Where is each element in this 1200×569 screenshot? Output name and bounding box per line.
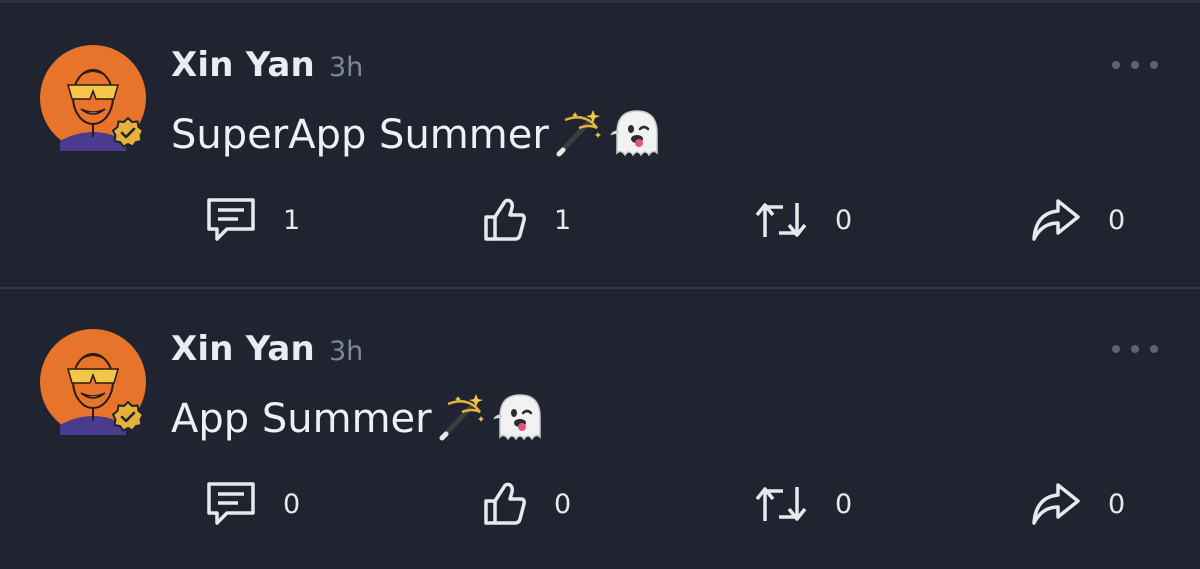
share-count: 0 bbox=[1108, 488, 1126, 520]
repost-icon bbox=[755, 203, 807, 237]
repost-button[interactable]: 0 bbox=[753, 479, 852, 529]
avatar[interactable] bbox=[40, 45, 146, 151]
comment-count: 1 bbox=[283, 204, 301, 236]
avatar[interactable] bbox=[40, 329, 146, 435]
post-text: App Summer bbox=[171, 396, 432, 442]
like-count: 1 bbox=[554, 204, 572, 236]
post-timestamp: 3h bbox=[328, 52, 364, 83]
verified-badge-icon bbox=[112, 401, 144, 432]
share-button[interactable]: 0 bbox=[1030, 479, 1125, 529]
post-text: SuperApp Summer bbox=[171, 112, 549, 158]
thumbs-up-icon bbox=[484, 482, 526, 525]
comment-button[interactable]: 0 bbox=[205, 479, 300, 529]
ghost-emoji bbox=[607, 105, 663, 165]
verified-badge-icon bbox=[112, 117, 144, 148]
magic-wand-emoji bbox=[551, 106, 605, 164]
like-button[interactable]: 0 bbox=[482, 479, 571, 529]
author-name[interactable]: Xin Yan bbox=[171, 45, 315, 85]
magic-wand-emoji bbox=[434, 390, 488, 448]
ghost-emoji bbox=[490, 389, 546, 449]
post-card[interactable]: Xin Yan 3h App Summer 0 0 0 0 bbox=[0, 287, 1200, 569]
post-header: Xin Yan 3h bbox=[171, 329, 363, 373]
post-card[interactable]: Xin Yan 3h SuperApp Summer 1 1 0 0 bbox=[0, 3, 1200, 289]
comment-button[interactable]: 1 bbox=[205, 195, 300, 245]
comment-count: 0 bbox=[283, 488, 301, 520]
like-count: 0 bbox=[554, 488, 572, 520]
post-body: App Summer bbox=[171, 391, 546, 447]
comment-icon bbox=[207, 482, 255, 525]
more-options-icon[interactable] bbox=[1112, 338, 1158, 360]
post-header: Xin Yan 3h bbox=[171, 45, 363, 89]
share-button[interactable]: 0 bbox=[1030, 195, 1125, 245]
repost-count: 0 bbox=[835, 488, 853, 520]
repost-icon bbox=[755, 487, 807, 521]
post-timestamp: 3h bbox=[328, 336, 364, 367]
post-body: SuperApp Summer bbox=[171, 107, 663, 163]
more-options-icon[interactable] bbox=[1112, 54, 1158, 76]
comment-icon bbox=[207, 198, 255, 241]
share-icon bbox=[1032, 483, 1080, 525]
author-name[interactable]: Xin Yan bbox=[171, 329, 315, 369]
repost-count: 0 bbox=[835, 204, 853, 236]
share-icon bbox=[1032, 199, 1080, 241]
thumbs-up-icon bbox=[484, 198, 526, 241]
share-count: 0 bbox=[1108, 204, 1126, 236]
feed: Xin Yan 3h SuperApp Summer 1 1 0 0 Xin Y… bbox=[0, 0, 1200, 569]
like-button[interactable]: 1 bbox=[482, 195, 571, 245]
repost-button[interactable]: 0 bbox=[753, 195, 852, 245]
